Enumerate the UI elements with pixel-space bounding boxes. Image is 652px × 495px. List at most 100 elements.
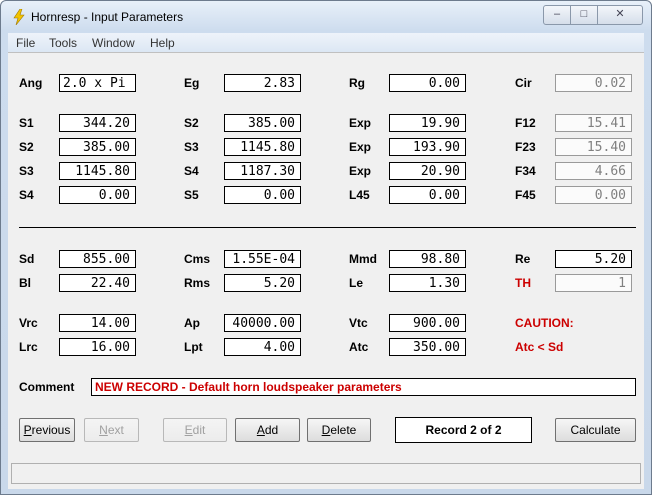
delete-access-key: D — [321, 423, 331, 437]
s4-field[interactable]: 1187.30 — [224, 162, 301, 180]
s2-field[interactable]: 385.00 — [224, 114, 301, 132]
th-field: 1 — [555, 274, 632, 292]
lightning-bolt-icon — [13, 9, 25, 25]
th-label: TH — [515, 276, 531, 290]
ap-field[interactable]: 40000.00 — [224, 314, 301, 332]
edit-label: dit — [192, 423, 206, 437]
ang-label: Ang — [19, 76, 43, 90]
comment-label: Comment — [19, 380, 75, 394]
lrc-label: Lrc — [19, 340, 38, 354]
exp1-field[interactable]: 19.90 — [389, 114, 466, 132]
menu-window[interactable]: Window — [92, 36, 135, 50]
next-label: ext — [107, 423, 124, 437]
mmd-field[interactable]: 98.80 — [389, 250, 466, 268]
cms-field[interactable]: 1.55E-04 — [224, 250, 301, 268]
edit-button[interactable]: Edit — [163, 418, 227, 442]
s3-field[interactable]: 1145.80 — [59, 162, 136, 180]
cms-label: Cms — [184, 252, 211, 266]
f34-label: F34 — [515, 164, 536, 178]
ap-label: Ap — [184, 316, 200, 330]
exp3-field[interactable]: 20.90 — [389, 162, 466, 180]
cir-label: Cir — [515, 76, 532, 90]
record-counter: Record 2 of 2 — [395, 417, 532, 443]
sd-field[interactable]: 855.00 — [59, 250, 136, 268]
maximize-button[interactable]: □ — [570, 5, 598, 25]
atc-field[interactable]: 350.00 — [389, 338, 466, 356]
f45-label: F45 — [515, 188, 536, 202]
ang-field[interactable]: 2.0 x Pi — [59, 74, 136, 92]
cir-field: 0.02 — [555, 74, 632, 92]
re-field[interactable]: 5.20 — [555, 250, 632, 268]
s2-label: S2 — [184, 116, 199, 130]
exp3-label: Exp — [349, 164, 372, 178]
vtc-label: Vtc — [349, 316, 368, 330]
exp2-field[interactable]: 193.90 — [389, 138, 466, 156]
add-access-key: A — [256, 423, 265, 437]
delete-label: elete — [330, 423, 357, 437]
mmd-label: Mmd — [349, 252, 377, 266]
s1-label: S1 — [19, 116, 34, 130]
le-field[interactable]: 1.30 — [389, 274, 466, 292]
caution-message: Atc < Sd — [515, 340, 564, 354]
exp2-label: Exp — [349, 140, 372, 154]
exp1-label: Exp — [349, 116, 372, 130]
calculate-button[interactable]: Calculate — [555, 418, 636, 442]
app-window: Hornresp - Input Parameters – □ ✕ File T… — [0, 0, 652, 495]
eg-label: Eg — [184, 76, 200, 90]
f45-field: 0.00 — [555, 186, 632, 204]
next-access-key: N — [99, 423, 108, 437]
s3-label: S3 — [184, 140, 199, 154]
close-button[interactable]: ✕ — [597, 5, 643, 25]
previous-access-key: P — [23, 423, 32, 437]
title-bar[interactable]: Hornresp - Input Parameters – □ ✕ — [1, 1, 651, 33]
comment-field[interactable]: NEW RECORD - Default horn loudspeaker pa… — [91, 378, 636, 396]
s4-field[interactable]: 0.00 — [59, 186, 136, 204]
l45-label: L45 — [349, 188, 370, 202]
s5-field[interactable]: 0.00 — [224, 186, 301, 204]
bl-field[interactable]: 22.40 — [59, 274, 136, 292]
sd-label: Sd — [19, 252, 35, 266]
previous-button[interactable]: Previous — [19, 418, 75, 442]
f12-label: F12 — [515, 116, 536, 130]
section-divider — [19, 227, 636, 228]
lrc-field[interactable]: 16.00 — [59, 338, 136, 356]
add-button[interactable]: Add — [235, 418, 300, 442]
f23-label: F23 — [515, 140, 536, 154]
rg-label: Rg — [349, 76, 365, 90]
re-label: Re — [515, 252, 531, 266]
rg-field[interactable]: 0.00 — [389, 74, 466, 92]
vtc-field[interactable]: 900.00 — [389, 314, 466, 332]
lpt-field[interactable]: 4.00 — [224, 338, 301, 356]
next-button[interactable]: Next — [84, 418, 139, 442]
s2-label: S2 — [19, 140, 34, 154]
window-title: Hornresp - Input Parameters — [31, 10, 184, 24]
vrc-field[interactable]: 14.00 — [59, 314, 136, 332]
s4-label: S4 — [184, 164, 199, 178]
menu-tools[interactable]: Tools — [49, 36, 77, 50]
le-label: Le — [349, 276, 364, 290]
menu-help[interactable]: Help — [150, 36, 175, 50]
edit-access-key: E — [184, 423, 193, 437]
parameters-panel: Ang 2.0 x Pi Eg 2.83 Rg 0.00 Cir 0.02 S1… — [8, 52, 644, 489]
f12-field: 15.41 — [555, 114, 632, 132]
s4-label: S4 — [19, 188, 34, 202]
f23-field: 15.40 — [555, 138, 632, 156]
vrc-label: Vrc — [19, 316, 38, 330]
f34-field: 4.66 — [555, 162, 632, 180]
s2-field[interactable]: 385.00 — [59, 138, 136, 156]
rms-field[interactable]: 5.20 — [224, 274, 301, 292]
delete-button[interactable]: Delete — [307, 418, 371, 442]
rms-label: Rms — [184, 276, 211, 290]
l45-field[interactable]: 0.00 — [389, 186, 466, 204]
menu-bar: File Tools Window Help — [8, 33, 644, 52]
status-bar — [11, 463, 641, 484]
s3-field[interactable]: 1145.80 — [224, 138, 301, 156]
minimize-button[interactable]: – — [543, 5, 571, 25]
eg-field[interactable]: 2.83 — [224, 74, 301, 92]
s5-label: S5 — [184, 188, 199, 202]
bl-label: Bl — [19, 276, 31, 290]
s1-field[interactable]: 344.20 — [59, 114, 136, 132]
menu-file[interactable]: File — [16, 36, 35, 50]
previous-label: revious — [31, 423, 71, 437]
lpt-label: Lpt — [184, 340, 203, 354]
